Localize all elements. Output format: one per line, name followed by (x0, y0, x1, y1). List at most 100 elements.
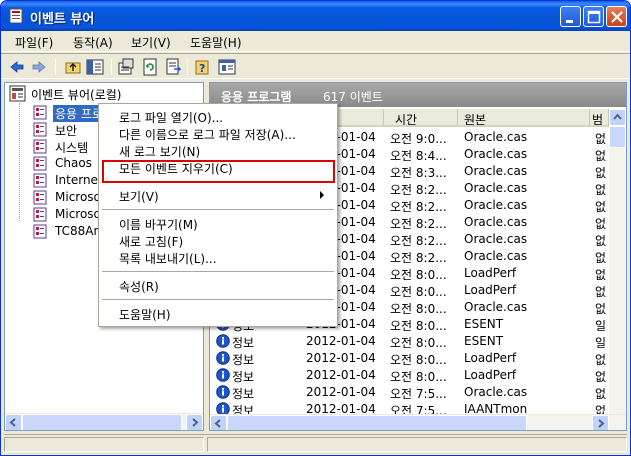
list-horizontal-scrollbar[interactable] (210, 414, 626, 430)
view-submenu-item[interactable]: 보기(V) (99, 187, 337, 204)
clear-all-events-item[interactable]: 모든 이벤트 지우기(C) (99, 159, 337, 176)
menu-help[interactable]: 도움말(H) (190, 34, 242, 51)
help-icon[interactable]: ? (194, 58, 212, 76)
properties-item[interactable]: 속성(R) (99, 277, 337, 294)
scroll-thumb[interactable] (22, 414, 182, 430)
scroll-thumb[interactable] (227, 415, 527, 430)
menu-separator (102, 209, 334, 210)
title-bar[interactable]: 이벤트 뷰어 (1, 1, 630, 31)
table-row[interactable]: 정보 2012-01-04 오전 8:0... LoadPerf 없 (210, 367, 608, 384)
cell-time: 오전 8:2... (390, 183, 447, 197)
show-hide-tree-icon[interactable] (86, 58, 104, 76)
maximize-button[interactable] (583, 6, 604, 27)
info-icon (216, 368, 230, 382)
event-log-icon (33, 224, 47, 239)
cell-source: ESENT (464, 334, 504, 348)
menu-bar: 파일(F) 동작(A) 보기(V) 도움말(H) (1, 31, 630, 52)
minimize-button[interactable] (560, 6, 581, 27)
back-arrow-icon[interactable] (8, 58, 26, 76)
toolbar-separator (55, 59, 56, 75)
up-folder-icon[interactable] (64, 58, 82, 76)
cell-category: 없 (595, 353, 607, 367)
help-item[interactable]: 도움말(H) (99, 305, 337, 322)
cell-time: 오전 8:3... (390, 166, 447, 180)
cell-category: 없 (595, 268, 607, 282)
scroll-left-button[interactable] (210, 415, 227, 430)
refresh-icon[interactable] (141, 58, 159, 76)
menu-view[interactable]: 보기(V) (131, 34, 171, 51)
cell-time: 오전 8:0... (390, 336, 447, 350)
info-icon (216, 351, 230, 365)
column-header-time[interactable]: 시간 (384, 109, 458, 127)
scroll-left-button[interactable] (5, 414, 22, 430)
new-log-view-item[interactable]: 새 로그 보기(N) (99, 142, 337, 159)
tree-root-label: 이벤트 뷰어(로컬) (31, 88, 122, 102)
scroll-thumb[interactable] (609, 126, 626, 148)
event-log-icon (33, 105, 47, 120)
menu-item-label: 보기(V) (119, 190, 159, 204)
menu-separator (102, 299, 334, 300)
cell-source: Oracle.cas (464, 147, 528, 161)
export-list-item[interactable]: 목록 내보내기(L)... (99, 249, 337, 266)
list-vertical-scrollbar[interactable] (609, 109, 626, 414)
cell-category: 일 (595, 336, 607, 350)
info-icon (216, 334, 230, 348)
cell-source: Oracle.cas (464, 215, 528, 229)
chevron-left-icon (214, 419, 221, 428)
cell-category: 없 (595, 200, 607, 214)
cell-type: 정보 (232, 353, 255, 367)
cell-time: 오전 8:0... (390, 268, 447, 282)
console-icon[interactable] (218, 58, 236, 76)
menu-action[interactable]: 동작(A) (73, 34, 113, 51)
table-row[interactable]: 정보 2012-01-04 오전 7:5... Oracle.cas 없 (210, 384, 608, 401)
toolbar-separator (111, 59, 112, 75)
cell-category: 없 (595, 251, 607, 265)
tree-root[interactable]: 이벤트 뷰어(로컬) (9, 85, 121, 105)
scroll-right-button[interactable] (592, 415, 609, 430)
tree-horizontal-scrollbar[interactable] (5, 413, 203, 430)
table-row[interactable]: 정보 2012-01-04 오전 8:0... ESENT 일 (210, 333, 608, 350)
window-title: 이벤트 뷰어 (30, 12, 95, 27)
close-button[interactable] (606, 6, 627, 27)
scroll-right-button[interactable] (186, 414, 203, 430)
cell-time: 오전 8:2... (390, 217, 447, 231)
minimize-icon (566, 20, 573, 23)
chevron-left-icon (9, 418, 16, 427)
scroll-up-button[interactable] (609, 109, 626, 126)
cell-time: 오전 8:2... (390, 251, 447, 265)
menu-item-label: 새 로그 보기(N) (119, 145, 201, 159)
save-log-as-item[interactable]: 다른 이름으로 로그 파일 저장(A)... (99, 125, 337, 142)
column-header-label: 원본 (464, 113, 487, 127)
cell-category: 없 (595, 217, 607, 231)
submenu-arrow-icon (320, 191, 324, 199)
column-header-source[interactable]: 원본 (458, 109, 590, 127)
rename-item[interactable]: 이름 바꾸기(M) (99, 215, 337, 232)
cell-time: 오전 8:4... (390, 149, 447, 163)
properties-icon[interactable] (117, 58, 135, 76)
cell-time: 오전 8:0... (390, 319, 447, 333)
event-log-icon (33, 173, 47, 188)
tree-item-label: Chaos (55, 156, 92, 170)
table-row[interactable]: 정보 2012-01-04 오전 8:0... LoadPerf 없 (210, 350, 608, 367)
cell-category: 없 (595, 183, 607, 197)
open-log-file-item[interactable]: 로그 파일 열기(O)... (99, 108, 337, 125)
cell-source: ESENT (464, 317, 504, 331)
status-cell (4, 437, 204, 452)
cell-source: Oracle.cas (464, 181, 528, 195)
chevron-right-icon (192, 418, 199, 427)
cell-date: 2012-01-04 (306, 385, 376, 399)
cell-source: Oracle.cas (464, 249, 528, 263)
column-header-category[interactable]: 범 (590, 109, 609, 127)
menu-item-label: 이름 바꾸기(M) (119, 218, 198, 232)
svg-text:?: ? (199, 62, 205, 75)
cell-source: Oracle.cas (464, 130, 528, 144)
cell-time: 오전 8:2... (390, 234, 447, 248)
cell-type: 정보 (232, 336, 255, 350)
status-bar (4, 434, 627, 453)
refresh-item[interactable]: 새로 고침(F) (99, 232, 337, 249)
export-list-icon[interactable] (164, 58, 182, 76)
menu-file[interactable]: 파일(F) (15, 34, 53, 51)
forward-arrow-icon[interactable] (30, 58, 48, 76)
menu-separator (102, 271, 334, 272)
context-menu: 로그 파일 열기(O)... 다른 이름으로 로그 파일 저장(A)... 새 로그… (98, 103, 338, 327)
